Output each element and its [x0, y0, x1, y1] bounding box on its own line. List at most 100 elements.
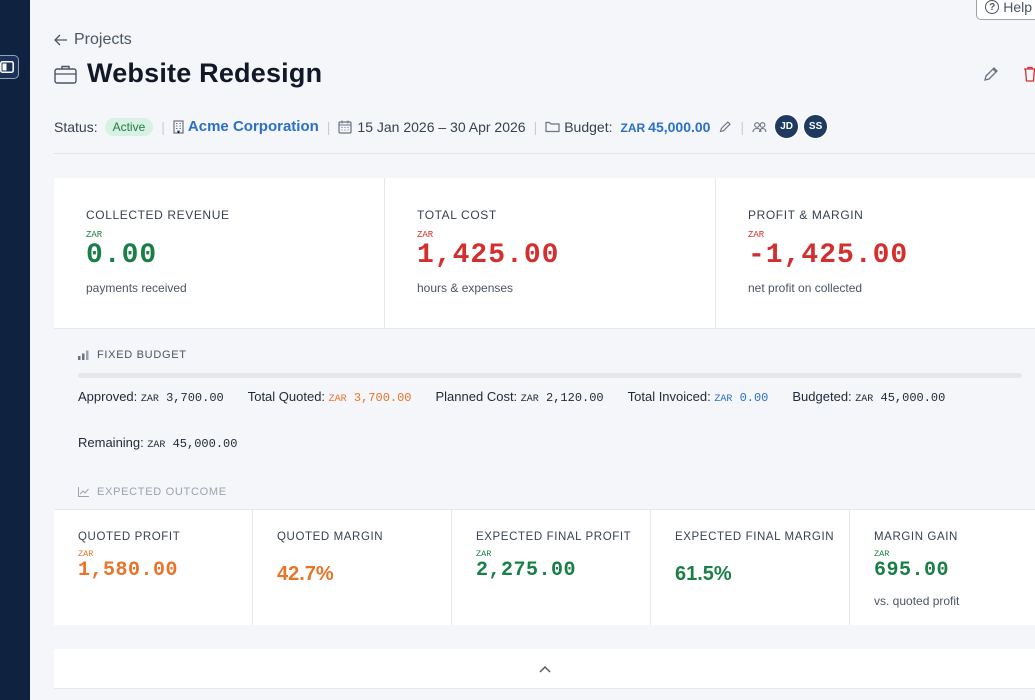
page-title: Website Redesign	[87, 58, 323, 88]
budget-stats-line: Approved: ZAR 3,700.00 Total Quoted: ZAR…	[78, 389, 945, 405]
fixed-budget-section: FIXED BUDGET Approved: ZAR 3,700.00 Tota…	[54, 330, 1035, 510]
divider	[54, 153, 1035, 154]
outcome-value: 42.7%	[277, 563, 334, 585]
breadcrumb-projects-link[interactable]: Projects	[74, 31, 132, 49]
pencil-icon[interactable]	[719, 120, 732, 133]
budget-currency: ZAR	[620, 120, 646, 135]
outcome-label: QUOTED PROFIT	[78, 531, 181, 543]
outcome-value: 695.00	[874, 559, 950, 582]
breadcrumb[interactable]: Projects	[54, 31, 132, 49]
kpi-label: COLLECTED REVENUE	[86, 208, 230, 222]
trash-icon	[1024, 66, 1035, 82]
stat-label: Planned Cost:	[435, 389, 518, 404]
building-icon	[173, 119, 184, 134]
budget-label: Budget:	[564, 118, 613, 135]
outcome-margin-gain: MARGIN GAIN ZAR 695.00 vs. quoted profit	[850, 510, 1035, 625]
budget-remaining-line: Remaining: ZAR 45,000.00	[78, 435, 237, 451]
chevron-up-icon	[539, 665, 550, 672]
stat-remaining: Remaining: ZAR 45,000.00	[78, 435, 237, 451]
delete-project-button[interactable]	[1023, 66, 1035, 87]
stat-approved: Approved: ZAR 3,700.00	[78, 389, 224, 405]
meta-divider: |	[161, 118, 165, 135]
outcome-label: MARGIN GAIN	[874, 531, 958, 543]
meta-divider: |	[533, 118, 538, 135]
avatar-ss[interactable]: SS	[803, 114, 829, 139]
meta-divider: |	[740, 118, 745, 135]
project-meta-row: Status: Active | Acme Corporation | 15 J…	[54, 114, 829, 139]
calendar-icon	[338, 120, 353, 134]
stat-value: ZAR 45,000.00	[147, 437, 237, 451]
kpi-profit-margin: PROFIT & MARGIN ZAR -1,425.00 net profit…	[716, 178, 1035, 328]
sidebar-toggle-button[interactable]	[0, 55, 19, 79]
outcome-label: EXPECTED FINAL MARGIN	[675, 531, 835, 543]
team-icon	[752, 121, 767, 132]
fixed-budget-title: FIXED BUDGET	[97, 349, 187, 361]
pencil-icon	[984, 67, 998, 81]
kpi-value: 0.00	[86, 240, 158, 271]
outcome-quoted-margin: QUOTED MARGIN 42.7%	[253, 510, 452, 625]
stat-currency: ZAR	[714, 394, 733, 405]
help-button[interactable]: ? Help	[976, 0, 1035, 20]
stat-amount: 3,700.00	[353, 391, 412, 405]
kpi-currency: ZAR	[417, 230, 434, 240]
outcome-subtext: vs. quoted profit	[874, 594, 960, 608]
kpi-currency: ZAR	[86, 230, 103, 240]
collapse-toggle[interactable]	[54, 649, 1035, 689]
stat-label: Remaining:	[78, 435, 144, 450]
stat-value: ZAR 0.00	[714, 391, 768, 405]
stat-value: ZAR 45,000.00	[855, 391, 945, 405]
expected-outcome-row: QUOTED PROFIT ZAR 1,580.00 QUOTED MARGIN…	[54, 509, 1035, 625]
status-label: Status:	[54, 118, 98, 135]
outcome-expected-final-profit: EXPECTED FINAL PROFIT ZAR 2,275.00	[452, 510, 651, 625]
sidebar-panel-icon	[0, 61, 14, 73]
kpi-subtext: payments received	[86, 281, 187, 295]
line-chart-icon	[78, 487, 89, 497]
stat-currency: ZAR	[147, 440, 166, 451]
stat-value: ZAR 3,700.00	[141, 391, 224, 405]
kpi-subtext: hours & expenses	[417, 281, 514, 295]
sidebar	[0, 0, 30, 700]
outcome-label: EXPECTED FINAL PROFIT	[476, 531, 632, 543]
avatar-jd[interactable]: JD	[774, 114, 800, 139]
stat-value: ZAR 3,700.00	[329, 391, 412, 405]
kpi-label: PROFIT & MARGIN	[748, 208, 864, 222]
status-badge: Active	[104, 117, 154, 136]
kpi-value: -1,425.00	[748, 240, 909, 271]
outcome-currency: ZAR	[874, 549, 890, 559]
stat-label: Total Invoiced:	[627, 389, 711, 404]
expected-outcome-header: EXPECTED OUTCOME	[78, 486, 227, 498]
help-icon: ?	[985, 0, 1000, 14]
help-label: Help	[1003, 0, 1032, 15]
kpi-row: COLLECTED REVENUE ZAR 0.00 payments rece…	[54, 178, 1035, 329]
stat-total-quoted: Total Quoted: ZAR 3,700.00	[248, 389, 412, 405]
expected-outcome-title: EXPECTED OUTCOME	[97, 486, 227, 498]
stat-label: Total Quoted:	[247, 389, 326, 404]
stat-label: Budgeted:	[792, 389, 852, 404]
stat-currency: ZAR	[140, 394, 159, 405]
meta-divider: |	[326, 118, 331, 135]
stat-budgeted: Budgeted: ZAR 45,000.00	[792, 389, 945, 405]
briefcase-icon	[54, 65, 77, 84]
date-range: 15 Jan 2026 – 30 Apr 2026	[357, 118, 526, 135]
wallet-icon	[545, 121, 560, 133]
stat-amount: 2,120.00	[546, 391, 604, 405]
kpi-label: TOTAL COST	[417, 208, 497, 222]
stat-amount: 45,000.00	[880, 391, 946, 405]
stat-amount: 0.00	[739, 391, 769, 405]
stat-label: Approved:	[78, 389, 138, 404]
stat-currency: ZAR	[855, 394, 874, 405]
kpi-subtext: net profit on collected	[748, 281, 863, 295]
stat-value: ZAR 2,120.00	[521, 391, 604, 405]
client-link[interactable]: Acme Corporation	[188, 118, 319, 135]
stat-amount: 3,700.00	[166, 391, 224, 405]
arrow-left-icon	[54, 34, 67, 46]
stat-amount: 45,000.00	[172, 437, 238, 451]
outcome-value: 2,275.00	[476, 559, 577, 582]
budget-progress-bar	[78, 373, 1022, 378]
kpi-total-cost: TOTAL COST ZAR 1,425.00 hours & expenses	[385, 178, 716, 328]
title-row: Website Redesign	[54, 58, 322, 89]
edit-project-button[interactable]	[983, 66, 999, 87]
bar-chart-icon	[78, 350, 89, 360]
budget-value: ZAR 45,000.00	[620, 119, 710, 135]
kpi-value: 1,425.00	[417, 240, 560, 271]
